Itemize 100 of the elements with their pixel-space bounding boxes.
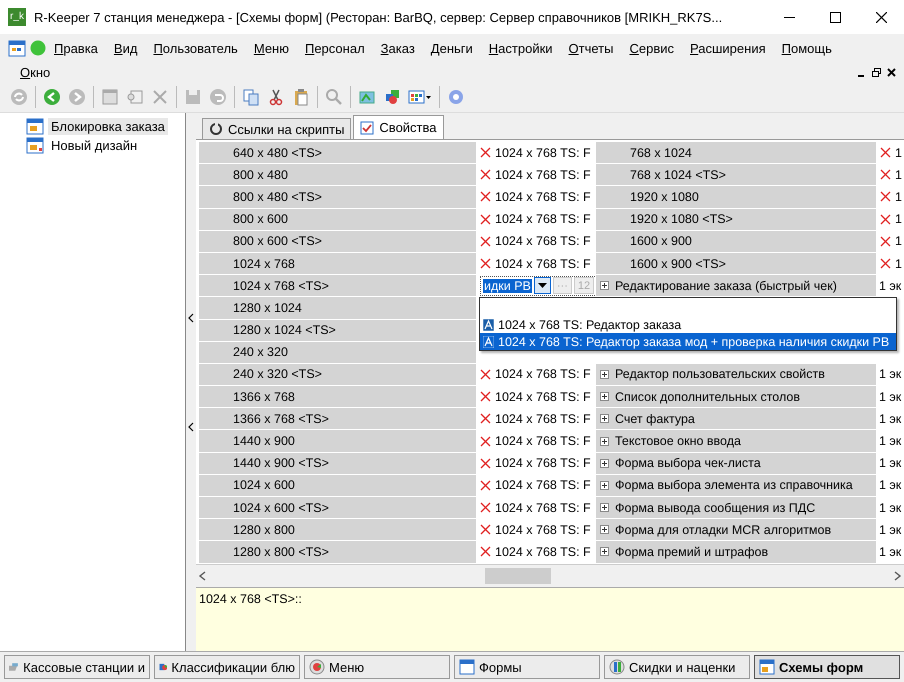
table-cell: 1024 x 768 bbox=[199, 252, 476, 274]
expand-icon[interactable] bbox=[600, 503, 609, 512]
window-icon bbox=[459, 659, 475, 675]
error-icon bbox=[880, 169, 891, 180]
letter-icon bbox=[483, 318, 494, 330]
table-cell: 1366 x 768 <TS> bbox=[199, 408, 476, 430]
menu-item[interactable]: Пользователь bbox=[145, 40, 246, 56]
error-icon bbox=[480, 480, 491, 491]
menu-item[interactable]: Помощь bbox=[774, 40, 840, 56]
taskbar-button[interactable]: Кассовые станции и bbox=[4, 655, 150, 679]
expand-icon[interactable] bbox=[600, 392, 609, 402]
value-field[interactable]: идки РВ bbox=[483, 278, 532, 293]
table-cell: 1 эк bbox=[879, 278, 902, 293]
table-cell: 1024 x 768 TS: F bbox=[495, 412, 591, 426]
table-cell: 640 x 480 <TS> bbox=[199, 142, 476, 164]
form-icon bbox=[759, 659, 775, 675]
tree-item[interactable]: Блокировка заказа bbox=[48, 118, 168, 135]
table-cell: 1 эк bbox=[879, 434, 902, 448]
error-icon bbox=[480, 502, 491, 514]
table-cell: 1 эк bbox=[879, 367, 902, 382]
table-cell: 1 bbox=[895, 234, 902, 248]
table-cell: 1024 x 768 TS: F bbox=[495, 168, 591, 182]
taskbar-button[interactable]: Скидки и наценки bbox=[604, 655, 750, 679]
calendar-icon bbox=[8, 39, 26, 57]
error-icon bbox=[880, 258, 891, 270]
taskbar-button[interactable]: Схемы форм bbox=[754, 655, 900, 679]
menu-item[interactable]: Вид bbox=[106, 40, 146, 56]
table-cell: 1 bbox=[895, 168, 902, 182]
table-cell: 1024 x 600 <TS> bbox=[199, 497, 476, 518]
tab[interactable]: Ссылки на скрипты bbox=[202, 118, 352, 139]
table-cell: 240 x 320 <TS> bbox=[199, 364, 476, 386]
table-cell: 1024 x 768 TS: F bbox=[495, 234, 591, 248]
expand-icon[interactable] bbox=[600, 436, 609, 446]
scroll-thumb[interactable] bbox=[485, 568, 551, 584]
letter-icon bbox=[483, 336, 494, 348]
menu-item[interactable]: Персонал bbox=[296, 40, 373, 56]
table-cell: 1 bbox=[895, 212, 902, 226]
taskbar-button[interactable]: Классификации блю bbox=[154, 655, 300, 679]
expand-icon[interactable] bbox=[600, 414, 609, 424]
table-cell: 1 эк bbox=[879, 500, 902, 515]
error-icon bbox=[880, 214, 891, 225]
table-cell: 768 x 1024 bbox=[596, 142, 876, 164]
error-icon bbox=[480, 169, 491, 180]
expand-icon[interactable] bbox=[600, 370, 609, 379]
table-cell: Форма вывода сообщения из ПДС bbox=[615, 500, 816, 515]
shapes-icon[interactable] bbox=[383, 88, 401, 106]
taskbar-button[interactable]: Меню bbox=[304, 655, 450, 679]
close-icon[interactable] bbox=[887, 68, 896, 76]
menu-item[interactable]: Меню bbox=[246, 40, 297, 56]
expand-icon[interactable] bbox=[600, 547, 609, 556]
collapse-icon[interactable] bbox=[188, 422, 194, 432]
expand-icon[interactable] bbox=[600, 281, 609, 290]
expand-icon[interactable] bbox=[600, 525, 609, 534]
table-cell: 1600 x 900 bbox=[596, 230, 876, 252]
maximize-icon[interactable] bbox=[830, 12, 840, 22]
menu-item[interactable]: Настройки bbox=[480, 40, 561, 56]
table-cell: Текстовое окно ввода bbox=[615, 434, 741, 448]
table-cell: 1 эк bbox=[879, 544, 902, 559]
table-cell: 1 bbox=[895, 146, 902, 160]
table-cell: 1440 x 900 bbox=[199, 430, 476, 452]
error-icon bbox=[480, 546, 491, 558]
table-cell: 1920 x 1080 <TS> bbox=[596, 208, 876, 230]
table-cell: 1 bbox=[895, 190, 902, 204]
menu-item[interactable]: Сервис bbox=[621, 40, 682, 56]
tree-item[interactable]: Новый дизайн bbox=[48, 137, 140, 154]
error-icon bbox=[480, 214, 491, 225]
table-cell: 1280 x 1024 bbox=[199, 297, 476, 318]
menu-item[interactable]: Деньги bbox=[422, 40, 481, 56]
restore-icon[interactable] bbox=[872, 68, 881, 76]
expand-icon[interactable] bbox=[600, 458, 609, 468]
error-icon bbox=[480, 258, 491, 270]
menu-item[interactable]: Расширения bbox=[682, 40, 774, 56]
tab[interactable]: Свойства bbox=[353, 115, 444, 139]
table-cell: 800 x 600 <TS> bbox=[199, 230, 476, 252]
menu-item[interactable]: Заказ bbox=[372, 40, 423, 56]
table-cell: 1366 x 768 bbox=[199, 386, 476, 408]
form-icon[interactable] bbox=[26, 118, 44, 135]
table-cell: Форма выбора чек-листа bbox=[615, 456, 761, 470]
menu-item[interactable]: Отчеты bbox=[560, 40, 622, 56]
dropdown-item[interactable]: 1024 x 768 TS: Редактор заказа bbox=[480, 316, 896, 333]
table-cell: Форма для отладки MCR алгоритмов bbox=[615, 522, 832, 537]
taskbar-button[interactable]: Формы bbox=[454, 655, 600, 679]
collapse-icon[interactable] bbox=[188, 312, 194, 322]
close-icon[interactable] bbox=[876, 12, 886, 22]
dropdown-item[interactable]: 1024 x 768 TS: Редактор заказа мод + проверка наличия скидки РВ bbox=[480, 333, 896, 350]
expand-icon[interactable] bbox=[600, 480, 609, 490]
back-icon[interactable] bbox=[43, 88, 61, 106]
menu-item[interactable]: Правка bbox=[46, 40, 106, 56]
paste-icon[interactable] bbox=[292, 88, 310, 106]
cut-icon[interactable] bbox=[267, 88, 285, 106]
form-icon[interactable] bbox=[26, 137, 44, 154]
error-icon bbox=[480, 236, 491, 247]
table-cell: 1024 x 768 TS: F bbox=[495, 434, 591, 448]
table-icon[interactable] bbox=[408, 88, 432, 106]
table-cell: 1 эк bbox=[879, 456, 902, 470]
table-cell: 1280 x 800 bbox=[199, 519, 476, 540]
memo-field[interactable]: 1024 x 768 <TS>:: bbox=[196, 586, 904, 651]
dropdown-button[interactable] bbox=[534, 277, 551, 294]
copy-icon[interactable] bbox=[242, 88, 260, 106]
menu-item[interactable]: Окно bbox=[12, 64, 58, 80]
